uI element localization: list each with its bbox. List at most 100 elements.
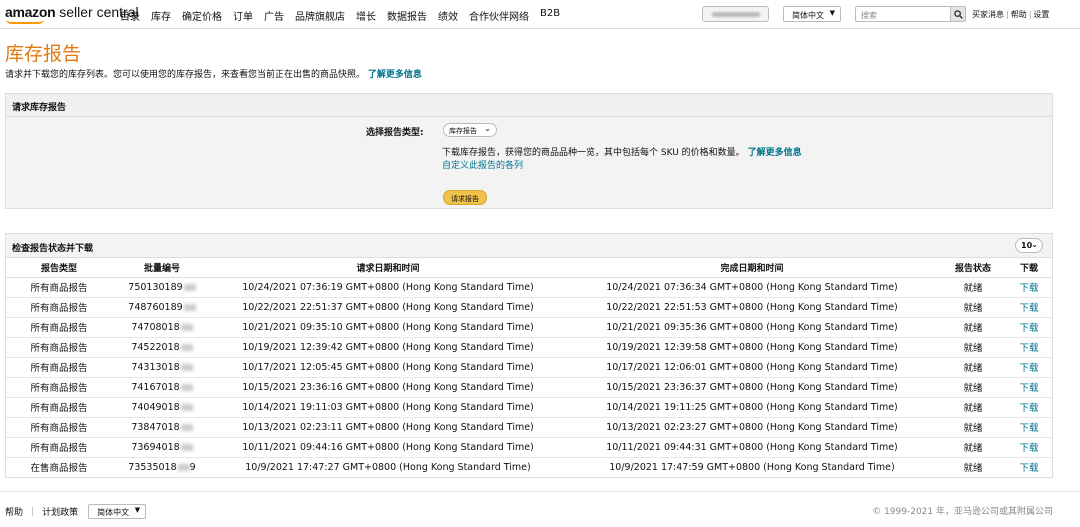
cell-status: 就绪 xyxy=(940,397,1006,418)
nav-orders[interactable]: 订单 xyxy=(233,8,253,23)
page-size-select[interactable]: 10 ⌄ xyxy=(1015,238,1043,253)
cell-batch-id: 74049018 xyxy=(112,397,212,418)
batch-id-suffix: 9 xyxy=(189,461,196,473)
nav-pricing[interactable]: 确定价格 xyxy=(182,8,222,23)
cell-batch-id: 74313018 xyxy=(112,357,212,378)
download-link[interactable]: 下载 xyxy=(1006,277,1052,298)
download-link[interactable]: 下载 xyxy=(1006,377,1052,398)
cell-status: 就绪 xyxy=(940,417,1006,438)
settings-link[interactable]: 设置 xyxy=(1033,10,1049,19)
report-rows: 所有商品报告 750130189 10/24/2021 07:36:19 GMT+0… xyxy=(6,277,1052,477)
redacted-digits xyxy=(180,343,193,351)
cell-completed-time: 10/15/2021 23:36:37 GMT+0800 (Hong Kong … xyxy=(564,377,940,398)
table-row: 在售商品报告 73535018 9 10/9/2021 17:47:27 GMT+08… xyxy=(6,457,1052,477)
download-link[interactable]: 下载 xyxy=(1006,437,1052,458)
search-button[interactable] xyxy=(950,6,966,22)
footer-language-select[interactable]: 简体中文 ▼ xyxy=(88,504,147,519)
report-type-select[interactable]: 库存报告 ⌄ xyxy=(443,123,497,137)
buyer-messages-link[interactable]: 买家消息 xyxy=(972,10,1004,19)
cell-completed-time: 10/11/2021 09:44:31 GMT+0800 (Hong Kong … xyxy=(564,437,940,458)
download-link[interactable]: 下载 xyxy=(1006,397,1052,418)
download-link[interactable]: 下载 xyxy=(1006,337,1052,358)
nav-advertising[interactable]: 广告 xyxy=(264,8,284,23)
cell-report-type: 在售商品报告 xyxy=(30,463,88,475)
nav-performance[interactable]: 绩效 xyxy=(438,8,458,23)
customize-columns-link[interactable]: 自定义此报告的各列 xyxy=(442,158,523,171)
column-header-status: 报告状态 xyxy=(940,259,1006,278)
cell-completed-time: 10/22/2021 22:51:53 GMT+0800 (Hong Kong … xyxy=(564,297,940,318)
nav-growth[interactable]: 增长 xyxy=(356,8,376,23)
redacted-digits xyxy=(183,283,196,291)
nav-inventory[interactable]: 库存 xyxy=(151,8,171,23)
table-row: 所有商品报告 750130189 10/24/2021 07:36:19 GMT+0… xyxy=(6,277,1052,298)
nav-reports[interactable]: 数据报告 xyxy=(387,8,427,23)
redacted-digits xyxy=(180,423,193,431)
cell-completed-time: 10/9/2021 17:47:59 GMT+0800 (Hong Kong S… xyxy=(609,461,895,473)
status-panel-heading: 检查报告状态并下载 10 ⌄ xyxy=(6,234,1052,258)
footer-policies-link[interactable]: 计划政策 xyxy=(42,505,78,518)
download-link[interactable]: 下载 xyxy=(1006,417,1052,438)
batch-id-text: 74167018 xyxy=(131,381,180,393)
cell-report-type: 所有商品报告 xyxy=(6,317,112,338)
copyright-text: © 1999-2021 年，亚马逊公司或其附属公司 xyxy=(872,507,1053,517)
download-link[interactable]: 下载 xyxy=(1006,457,1052,477)
report-learn-more-link[interactable]: 了解更多信息 xyxy=(748,148,802,158)
cell-requested-time: 10/19/2021 12:39:42 GMT+0800 (Hong Kong … xyxy=(212,337,564,358)
cell-report-type: 所有商品报告 xyxy=(6,417,112,438)
search-icon xyxy=(954,10,963,19)
batch-id-text: 73535018 xyxy=(128,461,177,473)
utility-links: 买家消息 | 帮助 | 设置 xyxy=(972,10,1050,19)
footer-help-link[interactable]: 帮助 xyxy=(5,505,23,518)
cell-batch-id: 73694018 xyxy=(112,437,212,458)
redacted-digits xyxy=(180,383,193,391)
download-link[interactable]: 下载 xyxy=(1006,317,1052,338)
download-link[interactable]: 下载 xyxy=(1006,297,1052,318)
nav-partner-network[interactable]: 合作伙伴网络 xyxy=(469,8,529,23)
nav-catalog[interactable]: 目录 xyxy=(120,8,140,23)
language-select[interactable]: 简体中文 ▼ xyxy=(783,6,841,22)
table-row: 所有商品报告 73694018 10/11/2021 09:44:16 GMT+08… xyxy=(6,437,1052,458)
redacted-store-name xyxy=(712,12,760,17)
cell-status: 就绪 xyxy=(963,463,983,475)
cell-status: 就绪 xyxy=(940,337,1006,358)
table-row: 所有商品报告 74522018 10/19/2021 12:39:42 GMT+08… xyxy=(6,337,1052,358)
request-panel-heading: 请求库存报告 xyxy=(6,94,1052,117)
download-link[interactable]: 下载 xyxy=(1006,357,1052,378)
footer-divider xyxy=(0,491,1080,492)
cell-status: 就绪 xyxy=(940,277,1006,298)
learn-more-link[interactable]: 了解更多信息 xyxy=(368,70,422,80)
main-menu: 目录 库存 确定价格 订单 广告 品牌旗舰店 增长 数据报告 绩效 合作伙伴网络… xyxy=(120,8,571,23)
cell-report-type: 所有商品报告 xyxy=(6,277,112,298)
batch-id-text: 74313018 xyxy=(131,361,180,373)
nav-stores[interactable]: 品牌旗舰店 xyxy=(295,8,345,23)
nav-b2b[interactable]: B2B xyxy=(540,8,560,23)
report-type-label: 选择报告类型: xyxy=(366,128,424,138)
table-row: 所有商品报告 74313018 10/17/2021 12:05:45 GMT+08… xyxy=(6,357,1052,378)
cell-completed-time: 10/19/2021 12:39:58 GMT+0800 (Hong Kong … xyxy=(564,337,940,358)
search-input[interactable]: 搜索 xyxy=(855,6,950,22)
page-title: 库存报告 xyxy=(5,43,82,65)
cell-completed-time: 10/14/2021 19:11:25 GMT+0800 (Hong Kong … xyxy=(564,397,940,418)
cell-report-type: 所有商品报告 xyxy=(6,297,112,318)
batch-id-text: 74708018 xyxy=(131,321,180,333)
help-link[interactable]: 帮助 xyxy=(1011,10,1027,19)
request-report-button[interactable]: 请求报告 xyxy=(443,190,487,205)
cell-requested-time: 10/24/2021 07:36:19 GMT+0800 (Hong Kong … xyxy=(212,277,564,298)
caret-down-icon: ▼ xyxy=(829,9,835,17)
cell-requested-time: 10/22/2021 22:51:37 GMT+0800 (Hong Kong … xyxy=(212,297,564,318)
cell-requested-time: 10/15/2021 23:36:16 GMT+0800 (Hong Kong … xyxy=(212,377,564,398)
cell-batch-id: 748760189 xyxy=(112,297,212,318)
cell-completed-time: 10/21/2021 09:35:36 GMT+0800 (Hong Kong … xyxy=(564,317,940,338)
column-header-requested: 请求日期和时间 xyxy=(212,259,564,278)
cell-report-type: 所有商品报告 xyxy=(6,437,112,458)
cell-requested-time: 10/14/2021 19:11:03 GMT+0800 (Hong Kong … xyxy=(212,397,564,418)
seller-central-logo[interactable]: amazon seller central xyxy=(5,4,139,24)
intro-text: 请求并下载您的库存列表。您可以使用您的库存报告，来查看您当前正在出售的商品快照。 xyxy=(5,70,366,80)
marketplace-switcher[interactable] xyxy=(702,6,769,22)
cell-batch-id: 74522018 xyxy=(112,337,212,358)
table-row: 所有商品报告 74708018 10/21/2021 09:35:10 GMT+08… xyxy=(6,317,1052,338)
column-header-type: 报告类型 xyxy=(6,259,112,278)
table-header-row: 报告类型 批量编号 请求日期和时间 完成日期和时间 报告状态 下载 xyxy=(6,259,1052,278)
cell-completed-time: 10/24/2021 07:36:34 GMT+0800 (Hong Kong … xyxy=(564,277,940,298)
description-text: 下载库存报告，获得您的商品品种一览，其中包括每个 SKU 的价格和数量。 xyxy=(442,148,745,158)
